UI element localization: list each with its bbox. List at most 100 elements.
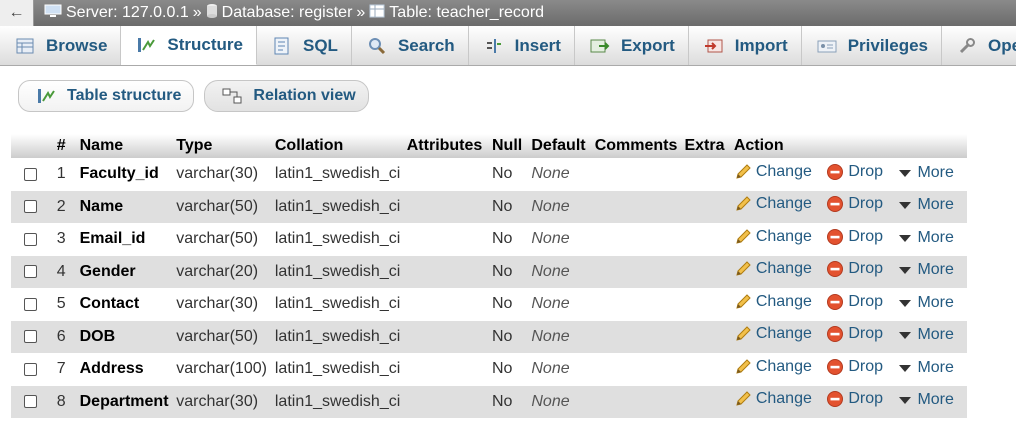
tab-import[interactable]: Import xyxy=(689,26,802,65)
header-attributes[interactable]: Attributes xyxy=(403,134,489,158)
row-checkbox[interactable] xyxy=(24,200,37,214)
change-label: Change xyxy=(755,162,812,180)
row-default: None xyxy=(528,288,592,321)
change-button[interactable]: Change xyxy=(734,325,812,343)
header-name[interactable]: Name xyxy=(76,134,174,158)
change-label: Change xyxy=(755,325,812,343)
database-icon xyxy=(206,3,218,24)
row-checkbox[interactable] xyxy=(24,232,37,246)
table-row: 4 Gender varchar(20) latin1_swedish_ci N… xyxy=(11,255,967,288)
change-button[interactable]: Change xyxy=(734,260,812,278)
tab-structure[interactable]: Structure xyxy=(121,26,257,65)
tab-privileges[interactable]: Privileges xyxy=(802,26,943,65)
header-null[interactable]: Null xyxy=(489,134,529,158)
header-collation[interactable]: Collation xyxy=(271,134,404,158)
more-label: More xyxy=(917,326,954,344)
row-comments xyxy=(591,288,682,321)
row-checkbox[interactable] xyxy=(24,362,37,376)
change-label: Change xyxy=(755,260,812,278)
drop-button[interactable]: Drop xyxy=(826,163,883,181)
drop-icon xyxy=(826,293,844,311)
change-button[interactable]: Change xyxy=(734,390,812,408)
change-button[interactable]: Change xyxy=(734,228,812,246)
breadcrumb-server-link[interactable]: Server: 127.0.0.1 xyxy=(66,4,189,22)
change-button[interactable]: Change xyxy=(734,358,812,376)
header-extra[interactable]: Extra xyxy=(681,134,731,158)
structure-icon xyxy=(35,87,57,105)
drop-button[interactable]: Drop xyxy=(826,390,883,408)
drop-icon xyxy=(826,195,844,213)
triangle-down-icon xyxy=(897,197,913,213)
pencil-icon xyxy=(734,163,752,181)
drop-button[interactable]: Drop xyxy=(826,358,883,376)
header-type[interactable]: Type xyxy=(173,134,272,158)
drop-label: Drop xyxy=(848,390,883,408)
tab-browse[interactable]: Browse xyxy=(0,26,122,65)
change-label: Change xyxy=(755,292,812,310)
row-comments xyxy=(591,385,682,418)
breadcrumb-separator: » xyxy=(356,4,366,21)
more-button[interactable]: More xyxy=(897,164,954,182)
back-button[interactable]: ← xyxy=(0,0,34,26)
more-button[interactable]: More xyxy=(897,261,954,279)
tab-sql[interactable]: SQL xyxy=(257,26,352,65)
drop-button[interactable]: Drop xyxy=(826,195,883,213)
row-checkbox[interactable] xyxy=(24,297,37,311)
pencil-icon xyxy=(734,195,752,213)
change-button[interactable]: Change xyxy=(734,293,812,311)
drop-button[interactable]: Drop xyxy=(826,293,883,311)
more-button[interactable]: More xyxy=(897,229,954,247)
tab-operations[interactable]: Operations xyxy=(942,26,1016,65)
drop-label: Drop xyxy=(848,195,883,213)
triangle-down-icon xyxy=(897,262,913,278)
row-actions: Change Drop More xyxy=(730,385,967,418)
row-select-cell xyxy=(11,320,46,353)
breadcrumb-table-link[interactable]: Table: teacher_record xyxy=(389,4,544,22)
more-button[interactable]: More xyxy=(897,294,954,312)
breadcrumb-database-link[interactable]: Database: register xyxy=(222,4,353,22)
row-comments xyxy=(591,255,682,288)
change-button[interactable]: Change xyxy=(734,163,812,181)
drop-button[interactable]: Drop xyxy=(826,228,883,246)
row-type: varchar(20) xyxy=(173,255,272,288)
more-button[interactable]: More xyxy=(897,196,954,214)
triangle-down-icon xyxy=(897,327,913,343)
table-row: 1 Faculty_id varchar(30) latin1_swedish_… xyxy=(11,158,967,191)
tab-export[interactable]: Export xyxy=(575,26,689,65)
table-row: 6 DOB varchar(50) latin1_swedish_ci No N… xyxy=(11,320,967,353)
drop-button[interactable]: Drop xyxy=(826,325,883,343)
row-checkbox[interactable] xyxy=(24,265,37,279)
row-checkbox[interactable] xyxy=(24,395,37,409)
table-structure-label: Table structure xyxy=(67,87,182,104)
tab-insert[interactable]: Insert xyxy=(469,26,575,65)
triangle-down-icon xyxy=(897,230,913,246)
tab-search[interactable]: Search xyxy=(352,26,469,65)
drop-icon xyxy=(826,260,844,278)
table-header-row: # Name Type Collation Attributes Null De… xyxy=(11,134,967,158)
row-comments xyxy=(591,223,682,256)
header-num[interactable]: # xyxy=(45,134,77,158)
more-button[interactable]: More xyxy=(897,359,954,377)
row-type: varchar(30) xyxy=(173,288,272,321)
row-attributes xyxy=(403,255,489,288)
row-checkbox[interactable] xyxy=(24,167,37,181)
change-button[interactable]: Change xyxy=(734,195,812,213)
more-label: More xyxy=(917,196,954,214)
row-attributes xyxy=(403,320,489,353)
row-num: 7 xyxy=(45,353,77,386)
row-attributes xyxy=(403,223,489,256)
row-actions: Change Drop More xyxy=(730,190,967,223)
row-checkbox[interactable] xyxy=(24,330,37,344)
row-type: varchar(30) xyxy=(173,385,272,418)
row-column-name: Email_id xyxy=(76,223,174,256)
structure-subtabs: Table structure Relation view xyxy=(18,80,369,112)
drop-button[interactable]: Drop xyxy=(826,260,883,278)
header-comments[interactable]: Comments xyxy=(591,134,682,158)
table-structure-button[interactable]: Table structure xyxy=(18,80,195,112)
more-button[interactable]: More xyxy=(897,326,954,344)
more-button[interactable]: More xyxy=(897,391,954,409)
row-attributes xyxy=(403,190,489,223)
header-default[interactable]: Default xyxy=(528,134,592,158)
row-type: varchar(30) xyxy=(173,158,272,191)
relation-view-button[interactable]: Relation view xyxy=(204,80,369,112)
